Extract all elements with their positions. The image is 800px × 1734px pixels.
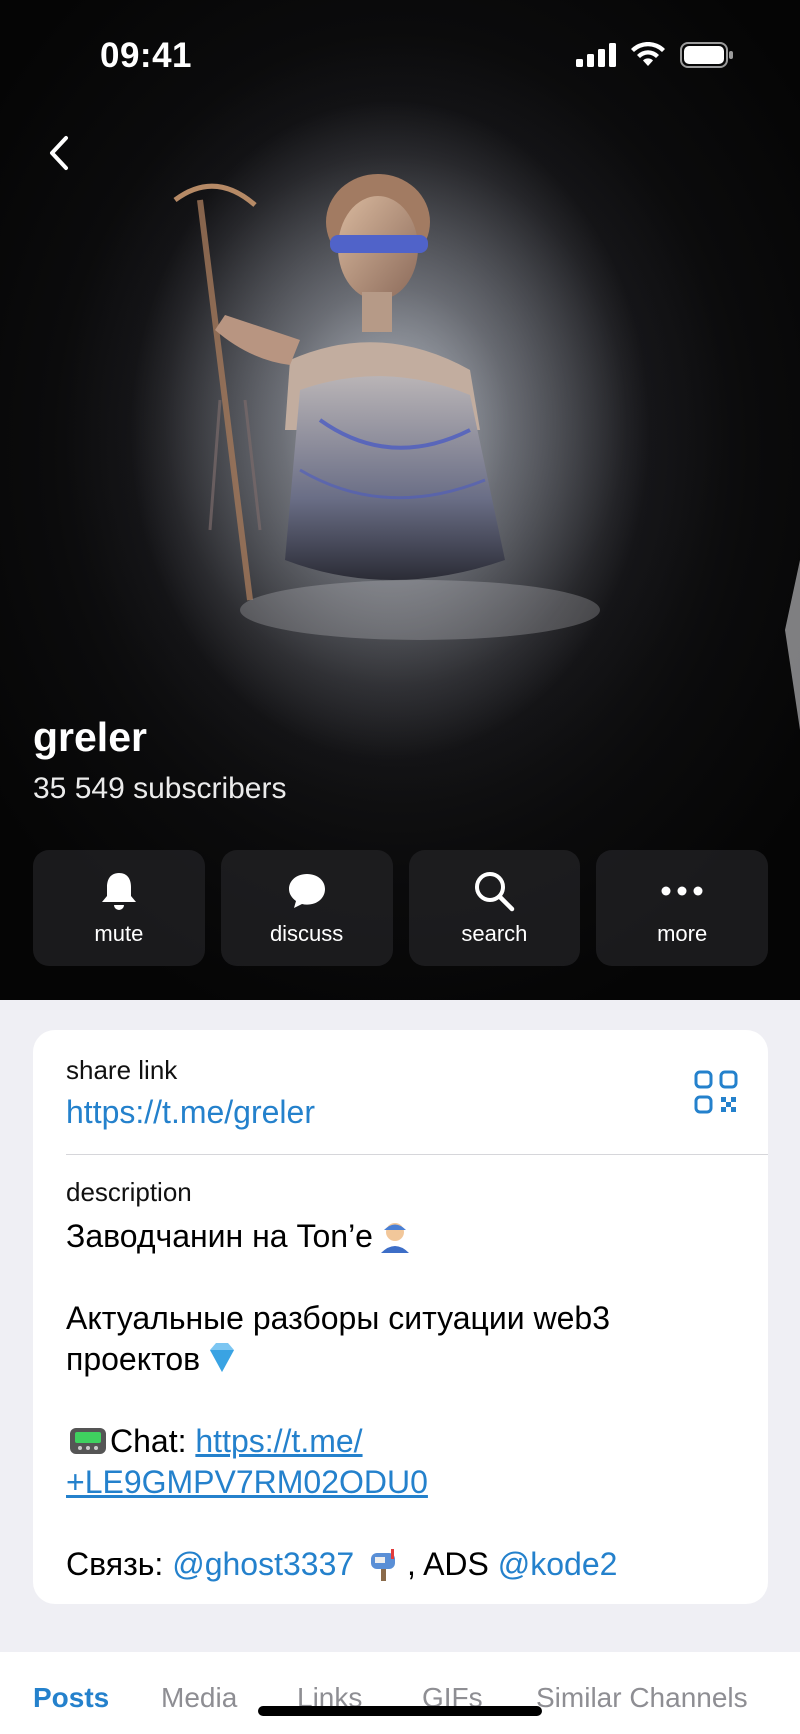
description-label: description [66, 1177, 192, 1207]
chat-link-continued[interactable]: +LE9GMPV7RM02ODU0 [66, 1464, 428, 1500]
description-text: Заводчанин на Ton’е Актуальные разборы с… [66, 1216, 735, 1585]
wifi-icon [631, 42, 665, 66]
description-line-1: Заводчанин на Ton’е [66, 1218, 373, 1254]
chat-link[interactable]: https://t.me/ [195, 1423, 362, 1459]
tab-media[interactable]: Media [161, 1682, 237, 1714]
discuss-label: discuss [269, 921, 344, 946]
share-link-url[interactable]: https://t.me/greler [66, 1094, 315, 1131]
qr-code-button[interactable] [694, 1070, 738, 1114]
status-icons [576, 42, 734, 68]
mute-button[interactable]: mute [33, 850, 205, 966]
search-icon [472, 869, 516, 913]
tab-similar-channels[interactable]: Similar Channels [536, 1682, 748, 1714]
status-time: 09:41 [100, 36, 193, 75]
description-row: description Заводчанин на Ton’е Актуальн… [33, 1155, 768, 1585]
worker-emoji-icon [380, 1223, 409, 1253]
share-link-label: share link [66, 1055, 178, 1085]
contact-prefix: Связь: [66, 1546, 173, 1582]
ads-mention[interactable]: @kode2 [498, 1546, 618, 1582]
more-label: more [657, 921, 708, 946]
mute-label: mute [94, 921, 144, 946]
back-button[interactable] [40, 128, 80, 178]
media-tabs: Posts Media Links GIFs Similar Channels [0, 1652, 800, 1734]
channel-name: greler [33, 714, 147, 760]
cellular-signal-icon [576, 43, 616, 67]
chat-prefix: Chat: [110, 1423, 196, 1459]
search-button[interactable]: search [408, 850, 581, 966]
chat-bubble-icon [285, 869, 329, 913]
subscriber-count: 35 549 subscribers [33, 772, 287, 805]
status-bar: 09:41 [0, 0, 800, 110]
ads-text: , ADS [407, 1546, 498, 1582]
mailbox-emoji-icon [371, 1549, 396, 1581]
chevron-left-icon [50, 136, 68, 170]
battery-icon [680, 42, 733, 68]
bell-icon [97, 869, 141, 913]
channel-info-card: share link https://t.me/greler descripti… [33, 1030, 768, 1604]
description-line-3: проектов [66, 1341, 201, 1377]
channel-header: 09:41 greler 35 549 subscribers mute dis… [0, 0, 800, 1000]
channel-actions: mute discuss search more [33, 850, 768, 966]
home-indicator [258, 1706, 542, 1716]
diamond-emoji-icon [210, 1343, 235, 1372]
tab-posts[interactable]: Posts [33, 1682, 109, 1714]
search-label: search [461, 921, 528, 946]
pager-emoji-icon [70, 1428, 106, 1454]
more-dots-icon [660, 869, 704, 913]
contact-mention[interactable]: @ghost3337 [172, 1546, 354, 1582]
description-line-2: Актуальные разборы ситуации web3 [66, 1300, 611, 1336]
qr-code-icon [694, 1070, 738, 1114]
share-link-row: share link https://t.me/greler [33, 1030, 768, 1154]
more-button[interactable]: more [596, 850, 768, 966]
discuss-button[interactable]: discuss [220, 850, 393, 966]
